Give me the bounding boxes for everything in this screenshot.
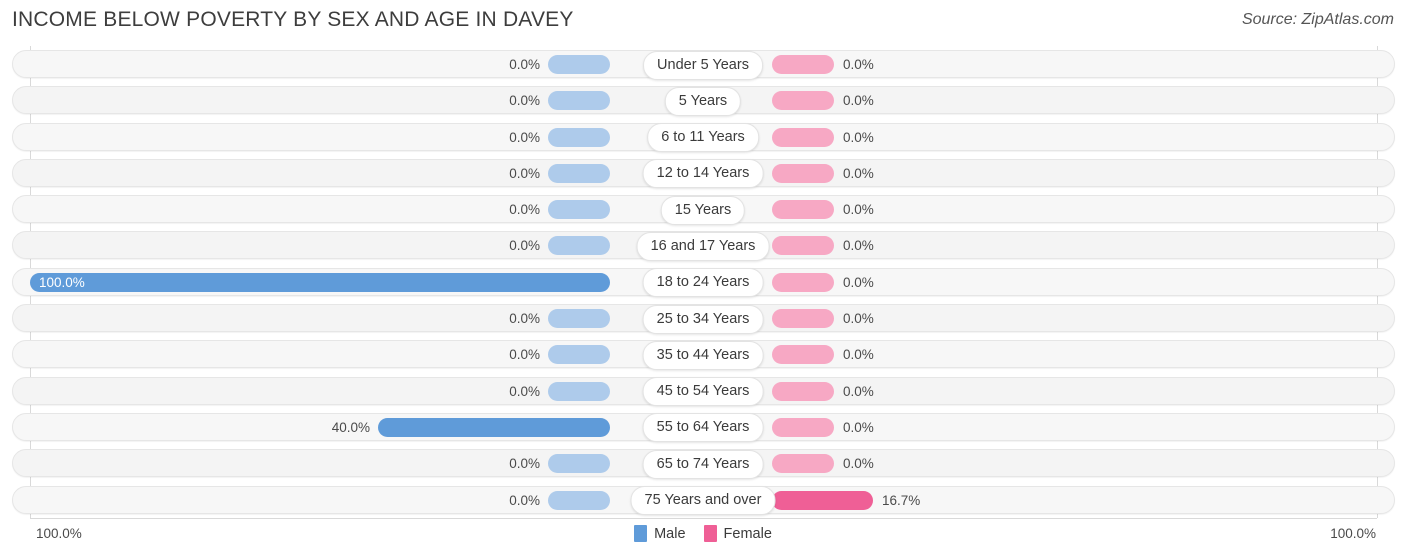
chart-row: 40.0% 0.0% 55 to 64 Years xyxy=(0,409,1406,445)
value-label-male: 0.0% xyxy=(509,93,540,109)
bar-female[interactable] xyxy=(772,381,834,401)
category-label[interactable]: 6 to 11 Years xyxy=(647,123,759,153)
legend-item-female[interactable]: Female xyxy=(703,525,772,542)
chart-row: 0.0% 0.0% 65 to 74 Years xyxy=(0,445,1406,481)
chart-rows: 0.0% 0.0% Under 5 Years 0.0% 0.0% 5 Years 0.0%… xyxy=(0,46,1406,518)
chart-row: 0.0% 0.0% 5 Years xyxy=(0,82,1406,118)
bar-female[interactable] xyxy=(772,236,834,256)
bar-male[interactable] xyxy=(548,454,610,474)
category-label[interactable]: 5 Years xyxy=(664,86,742,116)
value-label-male: 0.0% xyxy=(509,492,540,508)
bar-female[interactable] xyxy=(772,127,834,147)
value-label-male: 0.0% xyxy=(509,57,540,72)
category-label[interactable]: 16 and 17 Years xyxy=(636,231,770,261)
category-label[interactable]: 45 to 54 Years xyxy=(642,377,764,407)
value-label-male: 0.0% xyxy=(509,383,540,399)
legend-swatch-male-icon xyxy=(634,525,648,542)
footer-divider xyxy=(30,518,1377,519)
chart-row: 0.0% 0.0% 25 to 34 Years xyxy=(0,300,1406,336)
value-label-male: 0.0% xyxy=(509,165,540,181)
value-label-female: 0.0% xyxy=(843,311,874,327)
bar-female[interactable] xyxy=(772,345,834,365)
bar-male[interactable] xyxy=(548,200,610,220)
axis-tick-left: 100.0% xyxy=(36,526,82,541)
value-label-male: 0.0% xyxy=(509,456,540,472)
bar-female[interactable] xyxy=(772,200,834,220)
bar-male[interactable] xyxy=(30,272,610,292)
bar-female[interactable] xyxy=(772,454,834,474)
bar-male[interactable] xyxy=(548,127,610,147)
category-label[interactable]: 55 to 64 Years xyxy=(642,413,764,443)
bar-female[interactable] xyxy=(772,490,874,510)
value-label-male: 0.0% xyxy=(509,347,540,363)
bar-female[interactable] xyxy=(772,91,834,111)
bar-female[interactable] xyxy=(772,55,834,74)
value-label-female: 0.0% xyxy=(843,238,874,254)
value-label-female: 16.7% xyxy=(882,492,921,508)
value-label-female: 0.0% xyxy=(843,202,874,218)
chart-row: 0.0% 0.0% 12 to 14 Years xyxy=(0,155,1406,191)
value-label-female: 0.0% xyxy=(843,165,874,181)
chart-row: 100.0% 0.0% 18 to 24 Years xyxy=(0,264,1406,300)
bar-male[interactable] xyxy=(548,55,610,74)
value-label-female: 0.0% xyxy=(843,93,874,109)
source-attribution: Source: ZipAtlas.com xyxy=(1241,11,1394,28)
legend-item-male[interactable]: Male xyxy=(634,525,686,542)
bar-male[interactable] xyxy=(548,309,610,329)
value-label-female: 0.0% xyxy=(843,129,874,145)
value-label-male: 100.0% xyxy=(39,274,85,290)
chart-header: INCOME BELOW POVERTY BY SEX AND AGE IN D… xyxy=(0,0,1406,44)
value-label-female: 0.0% xyxy=(843,57,874,72)
chart-row: 0.0% 16.7% 75 Years and over xyxy=(0,482,1406,518)
value-label-male: 40.0% xyxy=(331,419,370,435)
value-label-female: 0.0% xyxy=(843,347,874,363)
value-label-male: 0.0% xyxy=(509,311,540,327)
page-title: INCOME BELOW POVERTY BY SEX AND AGE IN D… xyxy=(12,8,574,31)
value-label-female: 0.0% xyxy=(843,274,874,290)
category-label[interactable]: 15 Years xyxy=(660,195,746,225)
bar-male[interactable] xyxy=(548,236,610,256)
legend-label-female: Female xyxy=(723,525,772,542)
category-label[interactable]: 18 to 24 Years xyxy=(642,268,764,298)
bar-female[interactable] xyxy=(772,163,834,183)
chart-row: 0.0% 0.0% 45 to 54 Years xyxy=(0,373,1406,409)
bar-female[interactable] xyxy=(772,309,834,329)
chart-row: 0.0% 0.0% Under 5 Years xyxy=(0,46,1406,82)
chart-row: 0.0% 0.0% 35 to 44 Years xyxy=(0,336,1406,372)
chart-area: 0.0% 0.0% Under 5 Years 0.0% 0.0% 5 Years 0.0%… xyxy=(0,46,1406,518)
category-label[interactable]: 12 to 14 Years xyxy=(642,159,764,189)
bar-female[interactable] xyxy=(772,417,834,437)
value-label-male: 0.0% xyxy=(509,238,540,254)
value-label-female: 0.0% xyxy=(843,456,874,472)
legend-swatch-female-icon xyxy=(703,525,717,542)
chart-row: 0.0% 0.0% 16 and 17 Years xyxy=(0,227,1406,263)
chart-legend: Male Female xyxy=(0,525,1406,542)
category-label[interactable]: 75 Years and over xyxy=(630,486,776,516)
category-label[interactable]: Under 5 Years xyxy=(643,50,763,80)
legend-label-male: Male xyxy=(654,525,686,542)
category-label[interactable]: 35 to 44 Years xyxy=(642,340,764,370)
bar-male[interactable] xyxy=(548,345,610,365)
bar-male[interactable] xyxy=(548,490,610,510)
bar-male[interactable] xyxy=(548,91,610,111)
value-label-female: 0.0% xyxy=(843,419,874,435)
value-label-female: 0.0% xyxy=(843,383,874,399)
chart-footer: 100.0% 100.0% Male Female xyxy=(0,518,1406,558)
category-label[interactable]: 65 to 74 Years xyxy=(642,449,764,479)
value-label-male: 0.0% xyxy=(509,202,540,218)
bar-male[interactable] xyxy=(378,417,610,437)
bar-male[interactable] xyxy=(548,381,610,401)
value-label-male: 0.0% xyxy=(509,129,540,145)
category-label[interactable]: 25 to 34 Years xyxy=(642,304,764,334)
chart-row: 0.0% 0.0% 15 Years xyxy=(0,191,1406,227)
chart-row: 0.0% 0.0% 6 to 11 Years xyxy=(0,119,1406,155)
bar-female[interactable] xyxy=(772,272,834,292)
axis-tick-right: 100.0% xyxy=(1330,526,1376,541)
bar-male[interactable] xyxy=(548,163,610,183)
